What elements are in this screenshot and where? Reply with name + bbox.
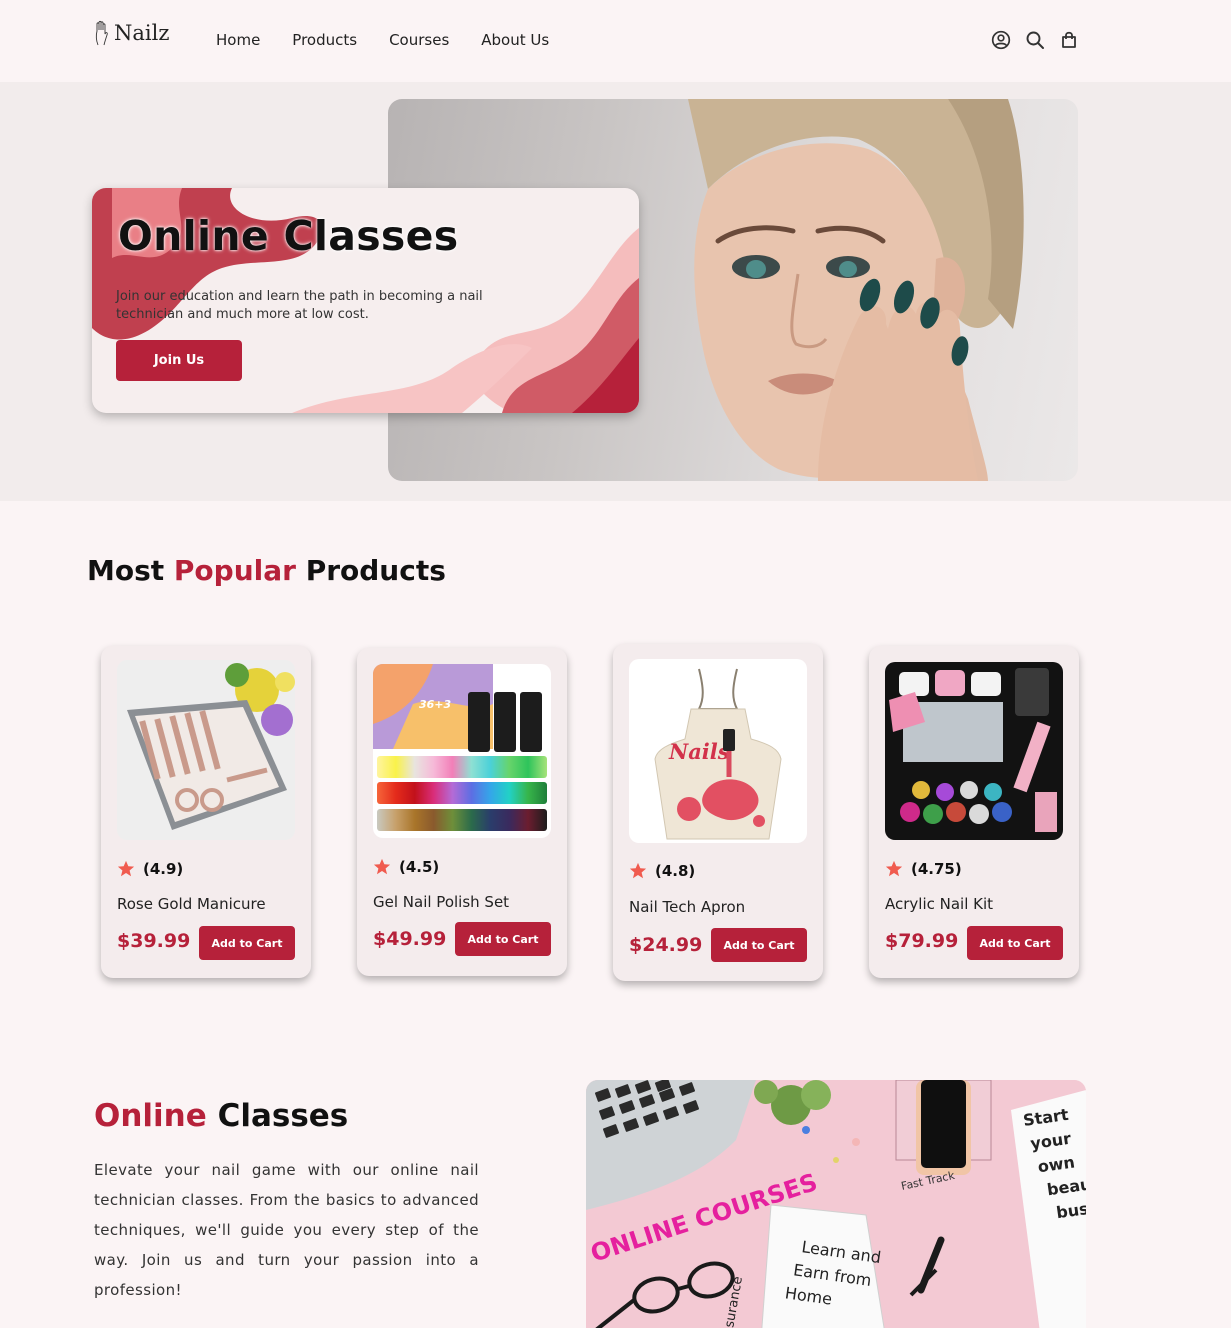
product-price: $79.99 [885, 930, 959, 952]
product-image-gel-polish-set: 36+3 [373, 664, 551, 838]
product-name[interactable]: Gel Nail Polish Set [373, 893, 509, 911]
header-actions [991, 30, 1079, 50]
heading-rest: Classes [206, 1098, 349, 1134]
polish-swatches-row [377, 782, 547, 804]
cart-icon[interactable] [1059, 30, 1079, 50]
product-card[interactable]: 36+3 (4.5) Gel Nail Polish Set $49.99 Ad… [357, 648, 567, 976]
online-classes-description: Elevate your nail game with our online n… [94, 1161, 479, 1299]
star-icon [885, 860, 903, 877]
main-nav: Home Products Courses About Us [216, 31, 549, 49]
join-us-button[interactable]: Join Us [116, 340, 242, 381]
add-to-cart-button[interactable]: Add to Cart [455, 922, 551, 956]
product-price: $39.99 [117, 930, 191, 952]
star-icon [117, 860, 135, 877]
nav-products[interactable]: Products [292, 31, 357, 49]
product-rating: (4.75) [885, 860, 962, 878]
heading-pre: Most [87, 554, 174, 587]
hero-description: Join our education and learn the path in… [116, 289, 483, 322]
rating-value: (4.75) [911, 860, 962, 878]
product-image-acrylic-kit [885, 662, 1063, 840]
popular-products-heading: Most Popular Products [87, 554, 446, 587]
product-rating: (4.9) [117, 860, 183, 878]
add-to-cart-button[interactable]: Add to Cart [967, 926, 1063, 960]
star-icon [629, 862, 647, 879]
product-card[interactable]: Nails (4.8) Nail Tech Apron $24.99 Add t… [613, 644, 823, 981]
star-icon [373, 858, 391, 875]
product-rating: (4.8) [629, 862, 695, 880]
apron-label: Nails [668, 739, 730, 764]
heading-post: Products [295, 554, 446, 587]
product-image-manicure-kit [117, 660, 295, 840]
site-header: Nailz Home Products Courses About Us [0, 0, 1231, 82]
nav-about-us[interactable]: About Us [481, 31, 549, 49]
hand-logo-icon [95, 20, 108, 46]
product-price: $49.99 [373, 928, 447, 950]
product-card[interactable]: (4.9) Rose Gold Manicure $39.99 Add to C… [101, 646, 311, 978]
product-name[interactable]: Acrylic Nail Kit [885, 895, 993, 913]
rating-value: (4.8) [655, 862, 696, 880]
nav-courses[interactable]: Courses [389, 31, 449, 49]
rating-value: (4.5) [399, 858, 440, 876]
product-card[interactable]: (4.75) Acrylic Nail Kit $79.99 Add to Ca… [869, 646, 1079, 978]
polish-swatches-row [377, 756, 547, 778]
search-icon[interactable] [1025, 30, 1045, 50]
user-icon[interactable] [991, 30, 1011, 50]
product-name[interactable]: Rose Gold Manicure [117, 895, 266, 913]
box-label: 36+3 [419, 698, 452, 711]
hero-title: Online Classes [118, 212, 459, 260]
product-image-apron: Nails [629, 659, 807, 843]
product-rating: (4.5) [373, 858, 439, 876]
heading-accent: Popular [173, 554, 296, 587]
product-name[interactable]: Nail Tech Apron [629, 898, 745, 916]
add-to-cart-button[interactable]: Add to Cart [711, 928, 807, 962]
logo-text: Nailz [114, 21, 170, 45]
polish-swatches-row [377, 809, 547, 831]
hero-card: Online Classes Join our education and le… [92, 188, 639, 413]
online-courses-photo: Fast Track Start your own beauty busine … [586, 1080, 1086, 1328]
heading-accent: Online [94, 1098, 207, 1134]
logo[interactable]: Nailz [94, 20, 169, 46]
add-to-cart-button[interactable]: Add to Cart [199, 926, 295, 960]
nav-home[interactable]: Home [216, 31, 260, 49]
product-price: $24.99 [629, 934, 703, 956]
rating-value: (4.9) [143, 860, 184, 878]
online-classes-heading: Online Classes [94, 1098, 348, 1134]
